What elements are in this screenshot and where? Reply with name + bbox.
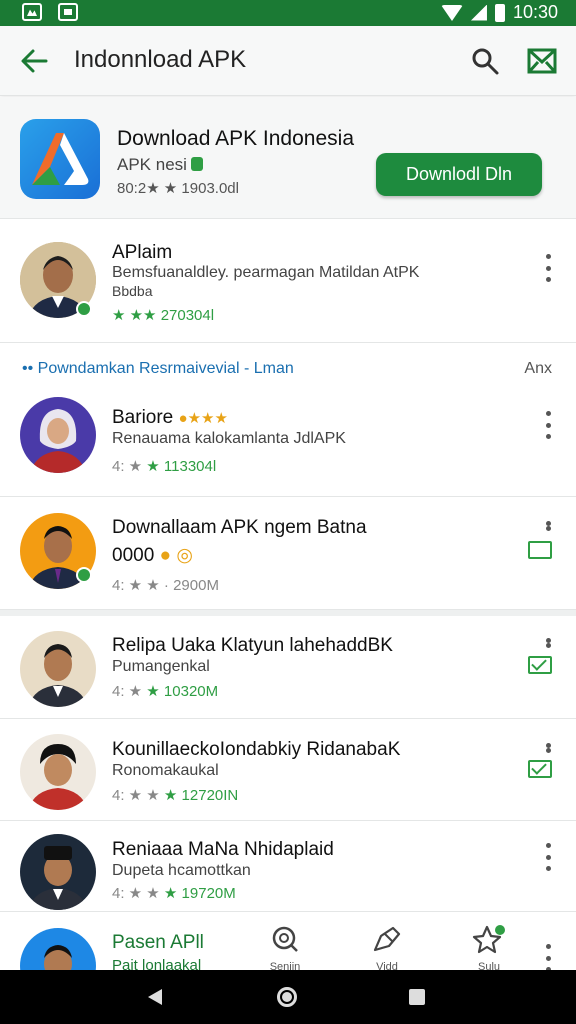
medal-icon: ●★★★ [178, 410, 228, 427]
section-title: •• Powndamkan Resrmaivevial - Lman [22, 360, 294, 377]
avatar [20, 397, 96, 473]
section-header: •• Powndamkan Resrmaivevial - Lman Anx [0, 343, 576, 393]
gallery-icon [22, 3, 42, 21]
back-arrow-icon[interactable] [20, 48, 48, 74]
rating-stars: 4: ★ [112, 458, 147, 475]
item-title: Downallaam APK ngem Batna [112, 517, 367, 538]
system-home-icon[interactable] [277, 987, 297, 1007]
item-description: Dupeta hcamottkan [112, 862, 251, 879]
share-icon [373, 926, 401, 952]
item-description-2: Bbdba [112, 283, 153, 299]
page-title: Indonnload APK [74, 46, 247, 73]
nav-favorites[interactable]: Sulu [459, 924, 519, 973]
more-options-icon[interactable] [538, 254, 558, 282]
item-description: Pumangenkal [112, 658, 210, 675]
item-title: Bariore [112, 407, 174, 428]
item-description: Bemsfuanaldley. pearmagan Matildan AtPK [112, 264, 420, 281]
app-logo-icon [20, 119, 100, 199]
more-options-icon[interactable] [538, 638, 558, 648]
item-title: Pasen APll [112, 932, 204, 953]
list-item[interactable]: Reniaaa MaNa Nhidaplaid Dupeta hcamottka… [0, 821, 576, 912]
mail-icon[interactable] [526, 46, 558, 76]
featured-meta: 80:2★ ★ 1903.0dl [117, 180, 239, 197]
rating-stars: 4: ★ ★ · [112, 577, 174, 594]
download-count: 19720M [181, 885, 236, 902]
mail-icon[interactable] [528, 760, 552, 778]
verified-check-icon [76, 301, 92, 317]
message-icon [58, 3, 78, 21]
verified-check-icon [76, 567, 92, 583]
emoji-icon: ● ◎ [159, 545, 193, 566]
avatar [20, 631, 96, 707]
more-options-icon[interactable] [538, 843, 558, 871]
status-bar: 10:30 [0, 0, 576, 26]
bottom-bar: Pasen APll Pait lonlaakal Seniin Vidd Su… [0, 912, 576, 1004]
more-options-icon[interactable] [538, 743, 558, 753]
list-item[interactable]: Downallaam APK ngem Batna 0000 ● ◎ 4: ★ … [0, 497, 576, 610]
featured-subtitle: APK nesi [117, 155, 187, 174]
download-count: 10320M [163, 683, 219, 700]
rating-stars: 4: ★ ★ [112, 885, 164, 902]
app-bar: Indonnload APK [0, 26, 576, 96]
mail-icon[interactable] [528, 656, 552, 674]
item-title: KounillaeckoIondabkiy RidanabaK [112, 739, 401, 760]
more-options-icon[interactable] [538, 411, 558, 439]
avatar [20, 734, 96, 810]
battery-icon [494, 3, 505, 22]
section-more-link[interactable]: Anx [524, 360, 552, 378]
item-description: Renauama kalokamlanta JdlAPK [112, 430, 346, 447]
nav-share[interactable]: Vidd [357, 924, 417, 973]
signal-icon [470, 4, 487, 21]
verified-icon [190, 157, 203, 171]
list-item[interactable]: KounillaeckoIondabkiy RidanabaK Ronomaka… [0, 719, 576, 821]
download-count: 12720IN [181, 787, 239, 804]
more-options-icon[interactable] [538, 944, 558, 972]
rating-stars: ★ ★★ [112, 307, 157, 324]
item-title: Reniaaa MaNa Nhidaplaid [112, 839, 334, 860]
item-title: APlaim [112, 242, 173, 263]
install-icon[interactable] [528, 541, 552, 559]
avatar [20, 834, 96, 910]
status-time: 10:30 [512, 2, 558, 22]
rating-stars: 4: ★ [112, 683, 147, 700]
featured-title: Download APK Indonesia [117, 127, 354, 150]
more-options-icon[interactable] [538, 521, 558, 531]
nav-search[interactable]: Seniin [255, 924, 315, 973]
star-icon [472, 925, 505, 954]
download-count: 2900M [173, 577, 219, 594]
search-icon [272, 926, 298, 952]
system-recents-icon[interactable] [409, 989, 425, 1005]
item-description: 0000 [112, 545, 155, 566]
item-description: Ronomakaukal [112, 762, 219, 779]
list-item[interactable]: Bariore ●★★★ Renauama kalokamlanta JdlAP… [0, 393, 576, 497]
list-item[interactable]: Relipa Uaka Klatyun lahehaddBK Pumangenk… [0, 616, 576, 719]
search-icon[interactable] [470, 46, 500, 76]
download-button[interactable]: Downlodl Dln [376, 153, 542, 196]
download-count: 270304l [160, 307, 215, 324]
system-back-icon[interactable] [148, 989, 162, 1005]
system-nav-bar [0, 970, 576, 1024]
list-item[interactable]: APlaim Bemsfuanaldley. pearmagan Matilda… [0, 226, 576, 343]
item-title: Relipa Uaka Klatyun lahehaddBK [112, 635, 393, 656]
rating-stars: 4: ★ ★ [112, 787, 164, 804]
download-count: 113304l [163, 458, 217, 475]
wifi-icon [440, 4, 463, 21]
